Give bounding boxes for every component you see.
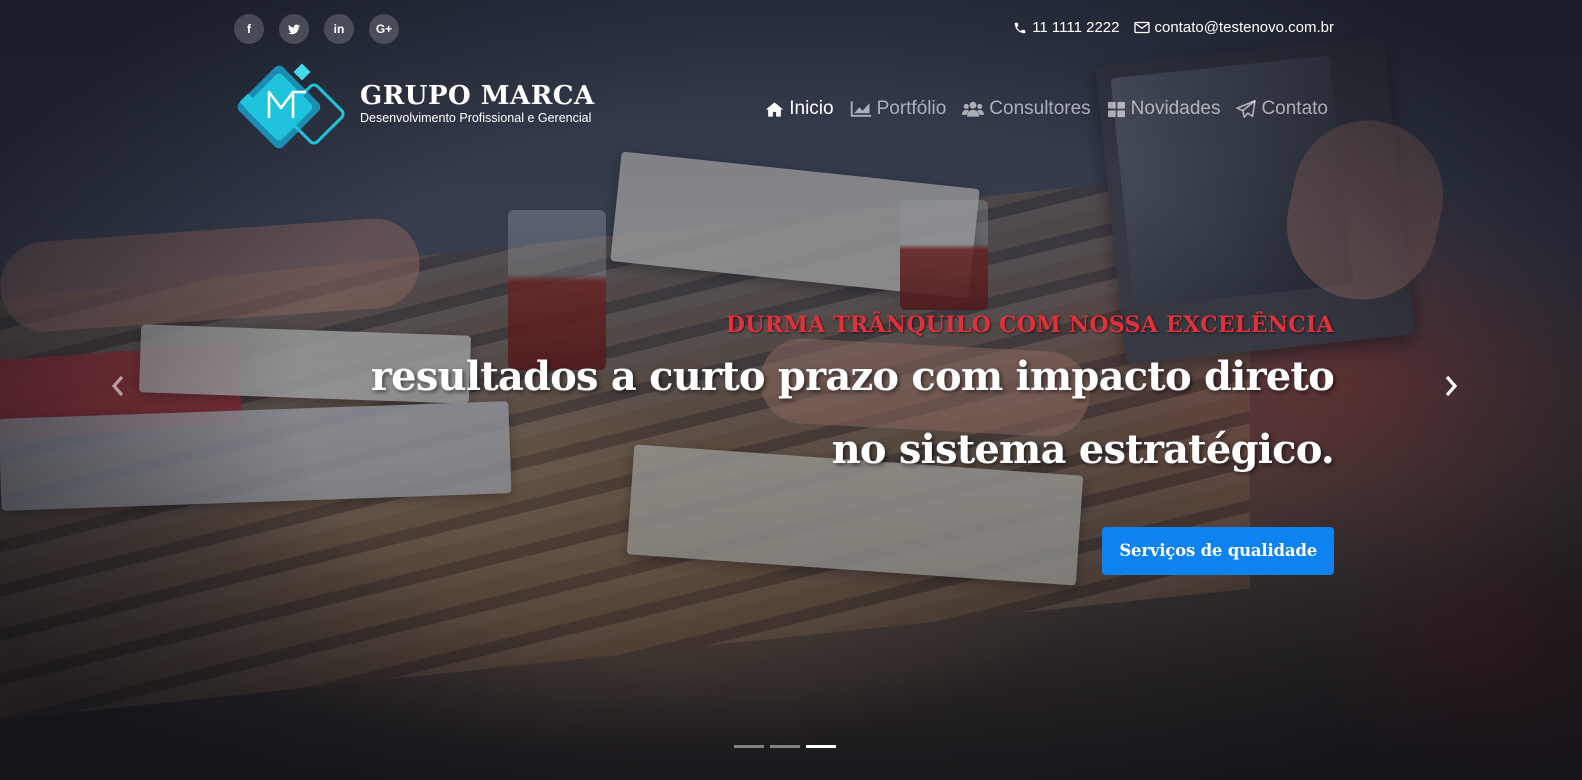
users-icon xyxy=(962,100,985,118)
carousel-next-button[interactable] xyxy=(1433,370,1469,406)
nav-item-contato[interactable]: Contato xyxy=(1236,98,1328,120)
home-icon xyxy=(765,101,784,118)
phone-number: 11 1111 2222 xyxy=(1032,19,1120,36)
grid-icon xyxy=(1107,101,1126,118)
brand-name: GRUPO MARCA xyxy=(360,81,595,111)
headline-line-2: no sistema estratégico. xyxy=(831,426,1335,473)
chevron-right-icon xyxy=(1444,375,1458,402)
nav-item-novidades[interactable]: Novidades xyxy=(1107,98,1221,120)
nav-item-label: Portfólio xyxy=(876,98,947,119)
nav-item-label: Novidades xyxy=(1130,98,1221,119)
linkedin-icon[interactable]: in xyxy=(324,14,354,44)
nav-item-label: Inicio xyxy=(789,98,834,119)
google-plus-icon[interactable]: G+ xyxy=(369,14,399,44)
area-chart-icon xyxy=(850,100,872,118)
brand-logo[interactable]: GRUPO MARCA Desenvolvimento Profissional… xyxy=(234,56,595,156)
nav-item-consultores[interactable]: Consultores xyxy=(962,98,1091,120)
social-links: f in G+ xyxy=(234,14,399,44)
chevron-left-icon xyxy=(111,375,125,402)
carousel-prev-button[interactable] xyxy=(100,370,136,406)
hero-carousel: f in G+ 11 1111 2222 contato@testenovo.c… xyxy=(0,0,1582,780)
envelope-icon xyxy=(1133,21,1150,34)
carousel-indicator-3[interactable] xyxy=(806,745,836,748)
paper-plane-icon xyxy=(1236,100,1257,118)
nav-item-inicio[interactable]: Inicio xyxy=(765,98,834,120)
brand-tagline: Desenvolvimento Profissional e Gerencial xyxy=(360,111,592,125)
contact-info: 11 1111 2222 contato@testenovo.com.br xyxy=(1013,19,1334,36)
logo-text: GRUPO MARCA Desenvolvimento Profissional… xyxy=(360,81,595,125)
phone-icon xyxy=(1013,21,1027,35)
carousel-indicator-2[interactable] xyxy=(770,745,800,748)
nav-item-label: Contato xyxy=(1261,98,1328,119)
nav-item-label: Consultores xyxy=(989,98,1091,119)
slide-caption: DURMA TRÂNQUILO COM NOSSA EXCELÊNCIA res… xyxy=(370,312,1335,486)
slide-headline: resultados a curto prazo com impacto dir… xyxy=(370,340,1335,486)
main-nav: Inicio Portfólio Consultores Novidades C… xyxy=(765,98,1328,120)
email-address: contato@testenovo.com.br xyxy=(1154,19,1335,36)
email-contact[interactable]: contato@testenovo.com.br xyxy=(1133,19,1335,36)
services-button[interactable]: Serviços de qualidade xyxy=(1102,527,1334,575)
logo-mark-icon xyxy=(234,56,354,156)
twitter-icon[interactable] xyxy=(279,14,309,44)
phone-contact[interactable]: 11 1111 2222 xyxy=(1013,19,1120,36)
carousel-indicators xyxy=(734,745,836,748)
headline-line-1: resultados a curto prazo com impacto dir… xyxy=(370,353,1335,400)
slide-kicker: DURMA TRÂNQUILO COM NOSSA EXCELÊNCIA xyxy=(725,312,1334,338)
carousel-indicator-1[interactable] xyxy=(734,745,764,748)
facebook-icon[interactable]: f xyxy=(234,14,264,44)
nav-item-portfolio[interactable]: Portfólio xyxy=(850,98,947,120)
